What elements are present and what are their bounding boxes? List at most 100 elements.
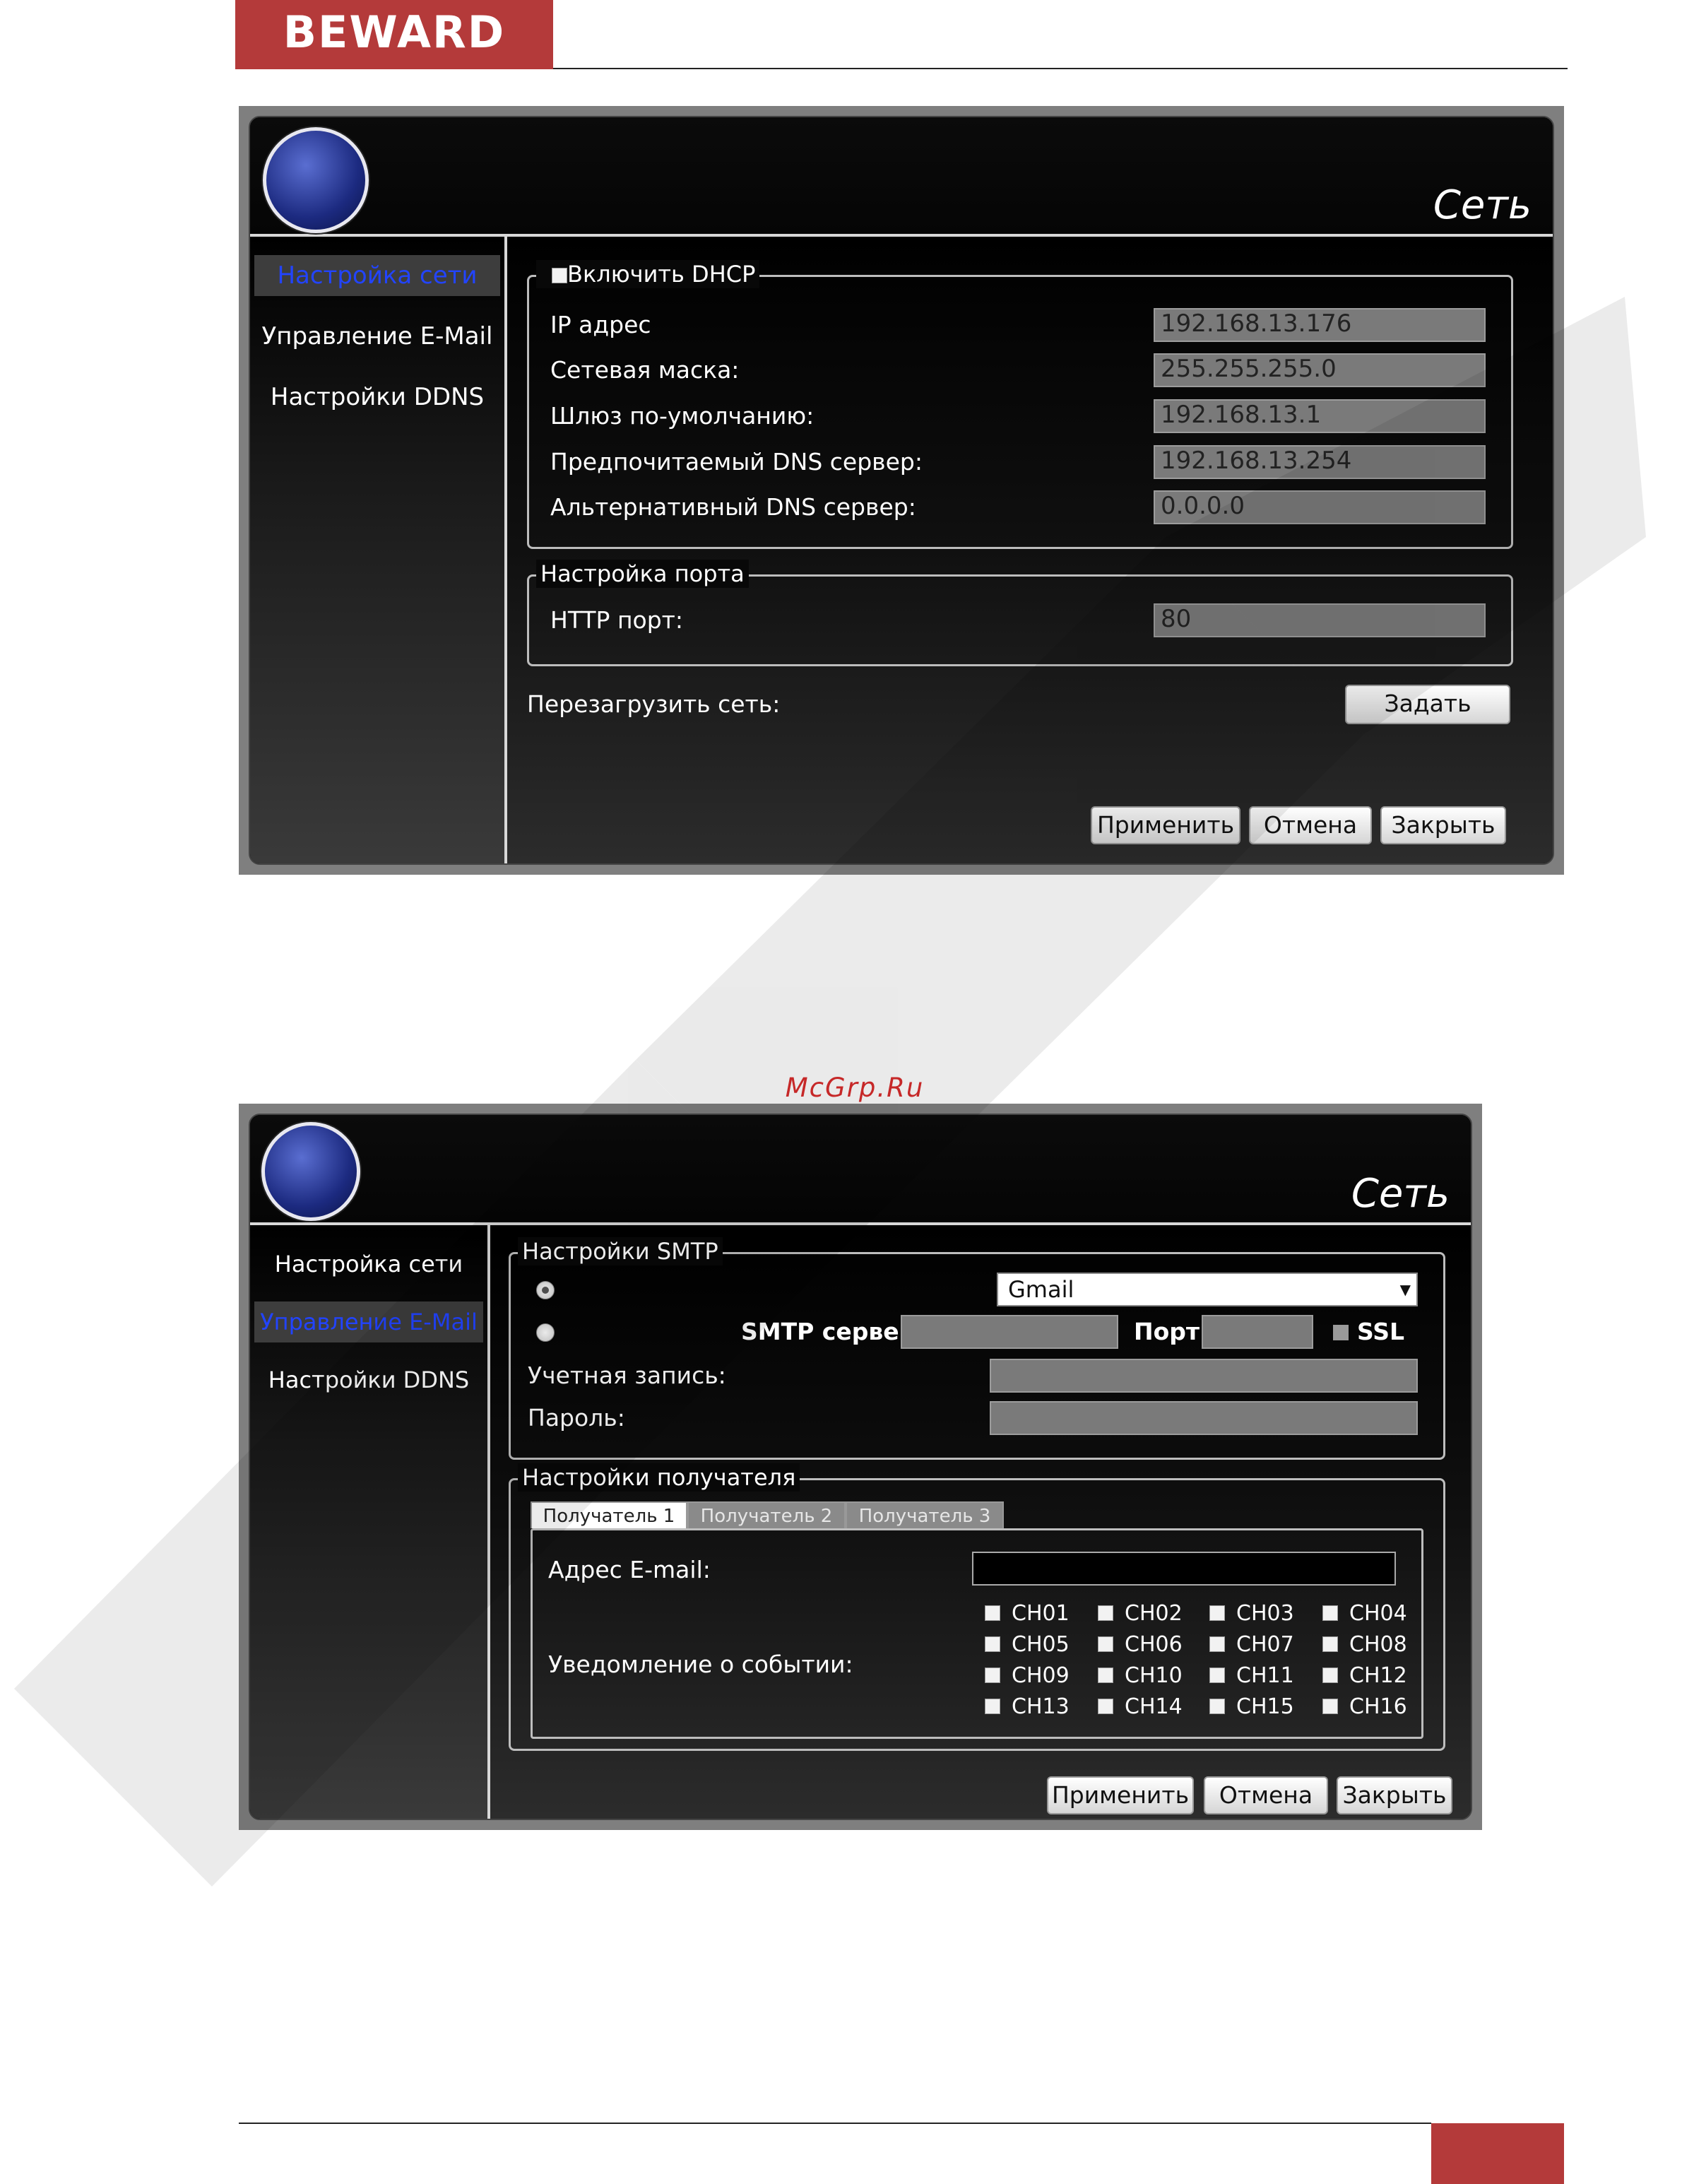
email-dialog-header: Сеть <box>250 1115 1471 1225</box>
smtp-legend: Настройки SMTP <box>518 1237 723 1265</box>
email-dialog-title: Сеть <box>1351 1171 1450 1217</box>
smtp-server-label: SMTP сервер: <box>741 1318 925 1345</box>
footer-page-box <box>1431 2123 1564 2184</box>
chevron-down-icon: ▼ <box>1399 1281 1411 1298</box>
globe-icon <box>263 127 369 233</box>
channel-checkbox[interactable] <box>1209 1667 1225 1683</box>
password-label: Пароль: <box>528 1404 625 1432</box>
smtp-group: Настройки SMTP Gmail ▼ SMTP сервер: Порт… <box>509 1237 1445 1460</box>
account-label: Учетная запись: <box>528 1362 726 1389</box>
channel-label: CH12 <box>1349 1663 1407 1688</box>
network-dialog-header: Сеть <box>250 117 1553 237</box>
email-dialog-content: Настройки SMTP Gmail ▼ SMTP сервер: Порт… <box>490 1225 1471 1819</box>
password-field[interactable] <box>990 1401 1418 1435</box>
channel-checkbox[interactable] <box>1322 1699 1338 1714</box>
email-dialog-frame: Сеть Настройка сети Управление E-Mail На… <box>249 1114 1472 1820</box>
dns2-label: Альтернативный DNS сервер: <box>550 493 916 521</box>
dhcp-group: Включить DHCP IP адрес 192.168.13.176 Се… <box>527 260 1513 549</box>
channel-checkbox[interactable] <box>1098 1667 1113 1683</box>
apply-button[interactable]: Применить <box>1091 806 1240 844</box>
email-address-label: Адрес E-mail: <box>548 1556 711 1583</box>
channel-label: CH09 <box>1012 1663 1070 1688</box>
channel-checkbox[interactable] <box>1098 1605 1113 1621</box>
email-dialog-sidebar: Настройка сети Управление E-Mail Настрой… <box>250 1225 490 1819</box>
channel-checkbox[interactable] <box>1322 1636 1338 1652</box>
tab-recipient-3[interactable]: Получатель 3 <box>846 1501 1004 1528</box>
channel-label: CH14 <box>1125 1694 1183 1719</box>
channel-checkbox[interactable] <box>985 1667 1000 1683</box>
network-dialog-title: Сеть <box>1433 182 1532 228</box>
account-field[interactable] <box>990 1359 1418 1393</box>
channel-checkbox[interactable] <box>1209 1636 1225 1652</box>
channel-checkbox[interactable] <box>1322 1667 1338 1683</box>
cancel-button[interactable]: Отмена <box>1204 1776 1328 1814</box>
channel-checkbox[interactable] <box>1209 1605 1225 1621</box>
channel-label: CH02 <box>1125 1601 1183 1626</box>
preset-provider-radio[interactable] <box>536 1281 555 1299</box>
sidebar-item-email[interactable]: Управление E-Mail <box>254 1301 483 1342</box>
channel-checkbox[interactable] <box>985 1636 1000 1652</box>
gateway-field[interactable]: 192.168.13.1 <box>1154 399 1486 433</box>
channel-checkbox[interactable] <box>1098 1699 1113 1714</box>
smtp-server-field[interactable] <box>901 1315 1118 1349</box>
smtp-port-field[interactable] <box>1202 1315 1313 1349</box>
network-settings-dialog: Сеть Настройка сети Управление E-Mail На… <box>239 106 1564 875</box>
channel-label: CH08 <box>1349 1632 1407 1657</box>
footer-divider <box>239 2123 1431 2124</box>
channel-label: CH13 <box>1012 1694 1070 1719</box>
apply-button[interactable]: Применить <box>1047 1776 1194 1814</box>
sidebar-item-network[interactable]: Настройка сети <box>254 255 500 296</box>
channel-label: CH16 <box>1349 1694 1407 1719</box>
http-port-label: HTTP порт: <box>550 606 683 634</box>
channel-label: CH15 <box>1236 1694 1294 1719</box>
channel-label: CH01 <box>1012 1601 1070 1626</box>
brand-logo: BEWARD <box>283 6 506 58</box>
provider-select-value: Gmail <box>1008 1276 1074 1303</box>
globe-icon <box>261 1122 360 1221</box>
sidebar-item-ddns[interactable]: Настройки DDNS <box>254 377 500 418</box>
ssl-checkbox[interactable] <box>1333 1325 1349 1340</box>
email-address-field[interactable] <box>972 1552 1396 1586</box>
mask-label: Сетевая маска: <box>550 356 740 384</box>
dns1-label: Предпочитаемый DNS сервер: <box>550 448 923 476</box>
close-button[interactable]: Закрыть <box>1337 1776 1452 1814</box>
channel-label: CH10 <box>1125 1663 1183 1688</box>
set-button[interactable]: Задать <box>1345 685 1510 724</box>
sidebar-item-ddns[interactable]: Настройки DDNS <box>254 1359 483 1400</box>
recipient-legend: Настройки получателя <box>518 1463 800 1492</box>
dhcp-checkbox[interactable] <box>552 268 567 283</box>
tab-recipient-2[interactable]: Получатель 2 <box>687 1501 846 1528</box>
http-port-field[interactable]: 80 <box>1154 603 1486 637</box>
watermark-text: McGrp.Ru <box>785 1073 925 1103</box>
channel-checkbox[interactable] <box>985 1605 1000 1621</box>
dns1-field[interactable]: 192.168.13.254 <box>1154 445 1486 479</box>
channel-checkbox[interactable] <box>985 1699 1000 1714</box>
channel-label: CH04 <box>1349 1601 1407 1626</box>
network-dialog-frame: Сеть Настройка сети Управление E-Mail На… <box>249 116 1554 865</box>
close-button[interactable]: Закрыть <box>1380 806 1506 844</box>
port-legend: Настройка порта <box>536 560 749 588</box>
sidebar-item-email[interactable]: Управление E-Mail <box>254 316 500 357</box>
channel-checkbox[interactable] <box>1098 1636 1113 1652</box>
network-dialog-sidebar: Настройка сети Управление E-Mail Настрой… <box>250 237 507 863</box>
ip-field[interactable]: 192.168.13.176 <box>1154 308 1486 342</box>
channel-label: CH03 <box>1236 1601 1294 1626</box>
channel-label: CH11 <box>1236 1663 1294 1688</box>
mask-field[interactable]: 255.255.255.0 <box>1154 353 1486 387</box>
tab-recipient-1[interactable]: Получатель 1 <box>531 1501 687 1528</box>
channel-checkbox[interactable] <box>1322 1605 1338 1621</box>
gateway-label: Шлюз по-умолчанию: <box>550 402 815 430</box>
smtp-port-label: Порт: <box>1134 1318 1209 1345</box>
custom-smtp-radio[interactable] <box>536 1323 555 1342</box>
email-settings-dialog: Сеть Настройка сети Управление E-Mail На… <box>239 1104 1482 1830</box>
network-dialog-content: Включить DHCP IP адрес 192.168.13.176 Се… <box>507 237 1553 863</box>
cancel-button[interactable]: Отмена <box>1249 806 1372 844</box>
provider-select[interactable]: Gmail ▼ <box>997 1273 1418 1306</box>
sidebar-item-network[interactable]: Настройка сети <box>254 1244 483 1285</box>
channel-checkbox[interactable] <box>1209 1699 1225 1714</box>
dns2-field[interactable]: 0.0.0.0 <box>1154 490 1486 524</box>
dhcp-legend: Включить DHCP <box>536 260 760 288</box>
port-group: Настройка порта HTTP порт: 80 <box>527 560 1513 666</box>
channel-label: CH07 <box>1236 1632 1294 1657</box>
channel-label: CH05 <box>1012 1632 1070 1657</box>
